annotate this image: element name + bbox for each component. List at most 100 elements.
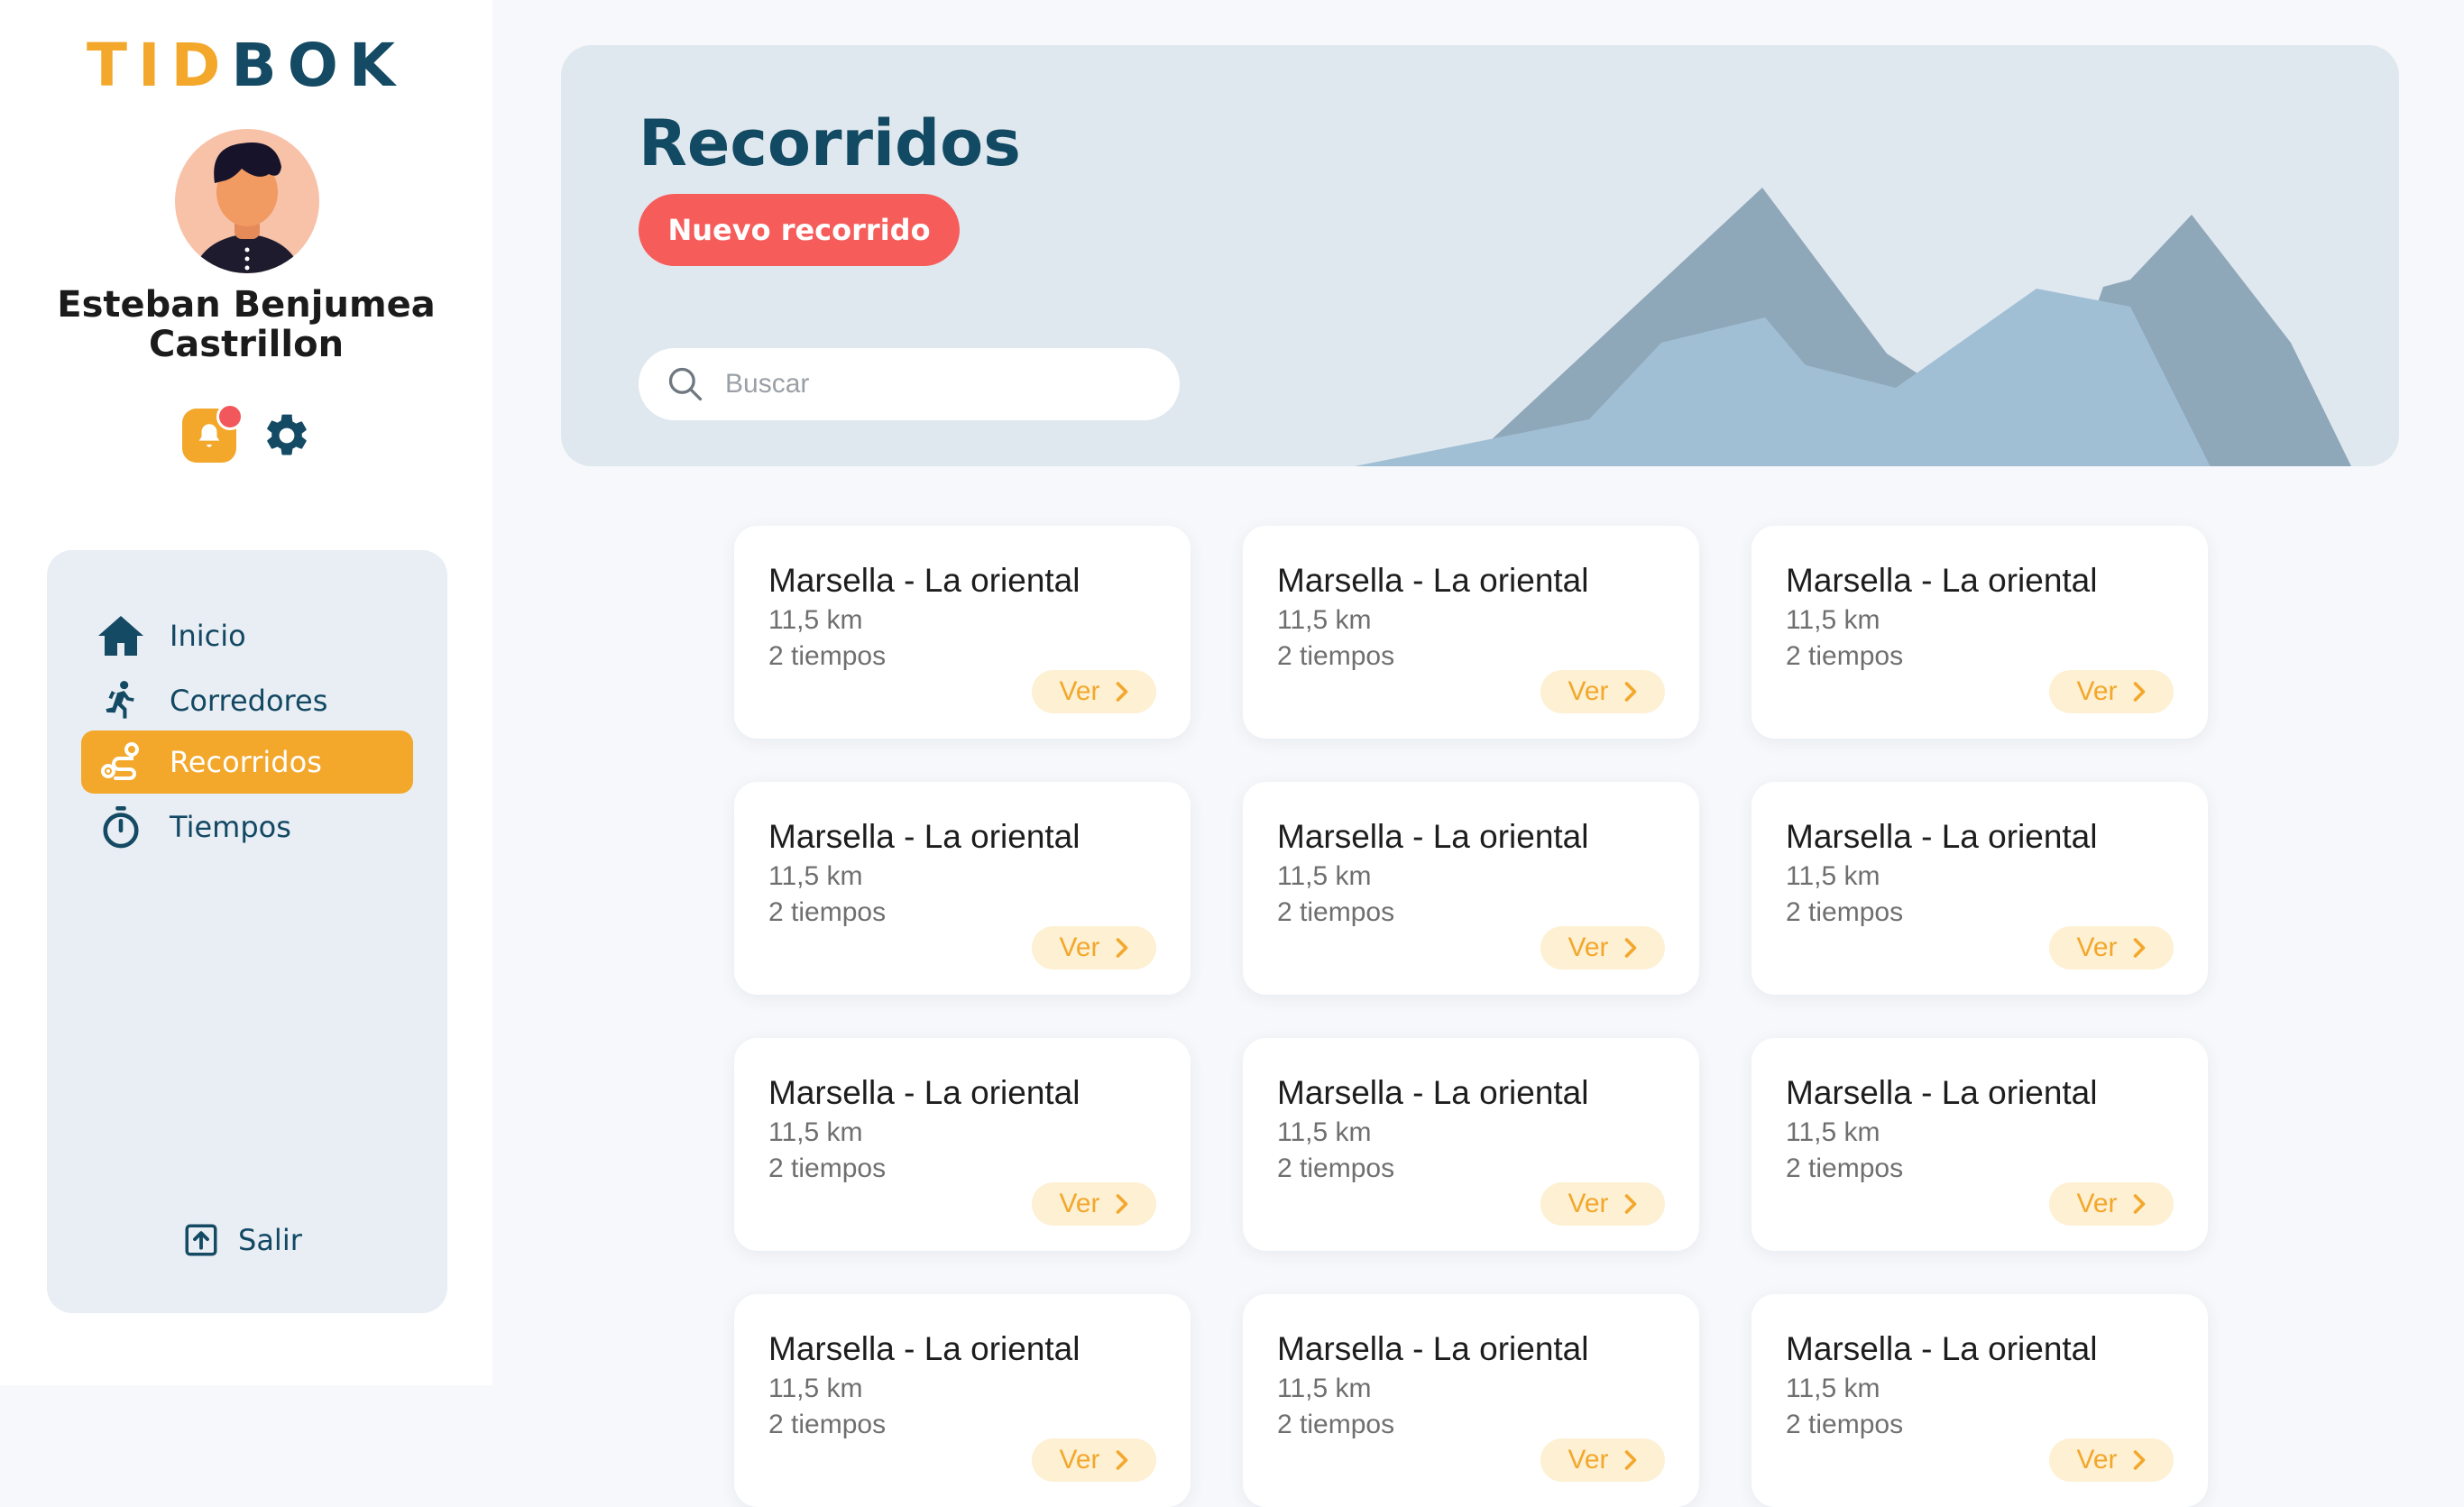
chevron-right-icon [1624, 682, 1636, 702]
chevron-right-icon [2133, 1450, 2145, 1470]
route-card-distance: 11,5 km [768, 605, 863, 635]
view-route-button[interactable]: Ver [1540, 1438, 1665, 1482]
sidebar-item-label: Tiempos [170, 810, 291, 844]
route-card[interactable]: Marsella - La oriental 11,5 km 2 tiempos… [1751, 782, 2208, 995]
route-card-distance: 11,5 km [1277, 1117, 1372, 1147]
page-title: Recorridos [639, 106, 1021, 180]
gear-icon [267, 414, 307, 455]
sidebar-item-tiempos[interactable]: Tiempos [81, 795, 413, 859]
header-banner: Recorridos Nuevo recorrido [561, 45, 2399, 466]
view-label: Ver [1568, 933, 1609, 962]
chevron-right-icon [1624, 938, 1636, 958]
route-card-distance: 11,5 km [1277, 861, 1372, 891]
route-card-times: 2 tiempos [1786, 897, 1904, 927]
notification-button[interactable] [182, 403, 244, 463]
view-label: Ver [1059, 1189, 1100, 1218]
sidebar: TIDBOK Esteban Benjumea Castrillon Inici… [0, 0, 492, 1385]
view-route-button[interactable]: Ver [1540, 1182, 1665, 1226]
route-card-title: Marsella - La oriental [1786, 1330, 2098, 1367]
sidebar-item-label: Recorridos [170, 745, 322, 779]
view-label: Ver [2076, 676, 2118, 706]
user-name: Esteban Benjumea Castrillon [0, 285, 492, 364]
route-icon [94, 735, 148, 789]
route-card[interactable]: Marsella - La oriental 11,5 km 2 tiempos… [734, 1294, 1191, 1507]
notification-badge [216, 403, 244, 430]
route-card[interactable]: Marsella - La oriental 11,5 km 2 tiempos… [1243, 1038, 1699, 1251]
route-card-distance: 11,5 km [1786, 605, 1880, 635]
sidebar-item-inicio[interactable]: Inicio [81, 604, 413, 667]
view-route-button[interactable]: Ver [1540, 926, 1665, 969]
search-bar[interactable] [639, 348, 1180, 420]
sidebar-item-label: Corredores [170, 684, 328, 718]
settings-button[interactable] [260, 409, 314, 463]
view-label: Ver [2076, 1445, 2118, 1475]
route-card-title: Marsella - La oriental [768, 818, 1080, 855]
route-card-times: 2 tiempos [1786, 1153, 1904, 1183]
logo-part-bok: BOK [231, 31, 406, 100]
view-route-button[interactable]: Ver [1540, 670, 1665, 713]
logout-icon [185, 1224, 217, 1256]
view-label: Ver [1059, 676, 1100, 706]
new-route-button[interactable]: Nuevo recorrido [639, 194, 960, 266]
avatar-illustration [175, 129, 319, 273]
chevron-right-icon [1116, 682, 1127, 702]
view-label: Ver [1568, 676, 1609, 706]
route-card-distance: 11,5 km [1786, 1374, 1880, 1403]
chevron-right-icon [2133, 938, 2145, 958]
route-card-distance: 11,5 km [768, 861, 863, 891]
route-card[interactable]: Marsella - La oriental 11,5 km 2 tiempos… [1751, 1038, 2208, 1251]
route-card-distance: 11,5 km [768, 1117, 863, 1147]
route-card[interactable]: Marsella - La oriental 11,5 km 2 tiempos… [734, 1038, 1191, 1251]
logo-part-tid: TID [87, 31, 232, 100]
user-name-line2: Castrillon [148, 324, 345, 365]
view-route-button[interactable]: Ver [1032, 1182, 1156, 1226]
view-label: Ver [2076, 1189, 2118, 1218]
route-card-title: Marsella - La oriental [768, 562, 1080, 599]
route-card[interactable]: Marsella - La oriental 11,5 km 2 tiempos… [1751, 526, 2208, 739]
search-icon [668, 367, 703, 401]
route-card[interactable]: Marsella - La oriental 11,5 km 2 tiempos… [734, 782, 1191, 995]
view-route-button[interactable]: Ver [2049, 670, 2174, 713]
route-card[interactable]: Marsella - La oriental 11,5 km 2 tiempos… [1243, 1294, 1699, 1507]
route-card-times: 2 tiempos [1786, 641, 1904, 671]
view-label: Ver [2076, 933, 2118, 962]
view-route-button[interactable]: Ver [1032, 1438, 1156, 1482]
route-card[interactable]: Marsella - La oriental 11,5 km 2 tiempos… [1243, 782, 1699, 995]
route-card-times: 2 tiempos [1786, 1410, 1904, 1439]
view-label: Ver [1059, 1445, 1100, 1475]
search-input[interactable] [723, 368, 1142, 400]
logout-button[interactable]: Salir [182, 1213, 302, 1267]
view-route-button[interactable]: Ver [1032, 926, 1156, 969]
route-card-title: Marsella - La oriental [1277, 818, 1589, 855]
user-name-line1: Esteban Benjumea [57, 284, 436, 326]
route-card-title: Marsella - La oriental [1786, 562, 2098, 599]
view-label: Ver [1059, 933, 1100, 962]
avatar[interactable] [175, 129, 319, 273]
app-logo: TIDBOK [0, 31, 492, 100]
view-route-button[interactable]: Ver [2049, 1182, 2174, 1226]
view-route-button[interactable]: Ver [1032, 670, 1156, 713]
sidebar-item-corredores[interactable]: Corredores [81, 669, 413, 732]
route-card-title: Marsella - La oriental [1277, 562, 1589, 599]
sidebar-item-recorridos[interactable]: Recorridos [81, 731, 413, 794]
route-card-times: 2 tiempos [768, 1410, 887, 1439]
chevron-right-icon [2133, 682, 2145, 702]
view-route-button[interactable]: Ver [2049, 1438, 2174, 1482]
view-route-button[interactable]: Ver [2049, 926, 2174, 969]
route-card-title: Marsella - La oriental [1277, 1074, 1589, 1111]
route-card-title: Marsella - La oriental [768, 1330, 1080, 1367]
chevron-right-icon [1116, 1194, 1127, 1214]
route-card-times: 2 tiempos [1277, 1153, 1395, 1183]
chevron-right-icon [1116, 938, 1127, 958]
logout-label: Salir [238, 1223, 302, 1257]
route-card[interactable]: Marsella - La oriental 11,5 km 2 tiempos… [1243, 526, 1699, 739]
home-icon [94, 609, 148, 663]
route-card-title: Marsella - La oriental [1786, 818, 2098, 855]
route-card-title: Marsella - La oriental [1786, 1074, 2098, 1111]
route-card-distance: 11,5 km [768, 1374, 863, 1403]
route-card[interactable]: Marsella - La oriental 11,5 km 2 tiempos… [734, 526, 1191, 739]
chevron-right-icon [1624, 1450, 1636, 1470]
route-card[interactable]: Marsella - La oriental 11,5 km 2 tiempos… [1751, 1294, 2208, 1507]
chevron-right-icon [1624, 1194, 1636, 1214]
runner-icon [94, 674, 148, 728]
